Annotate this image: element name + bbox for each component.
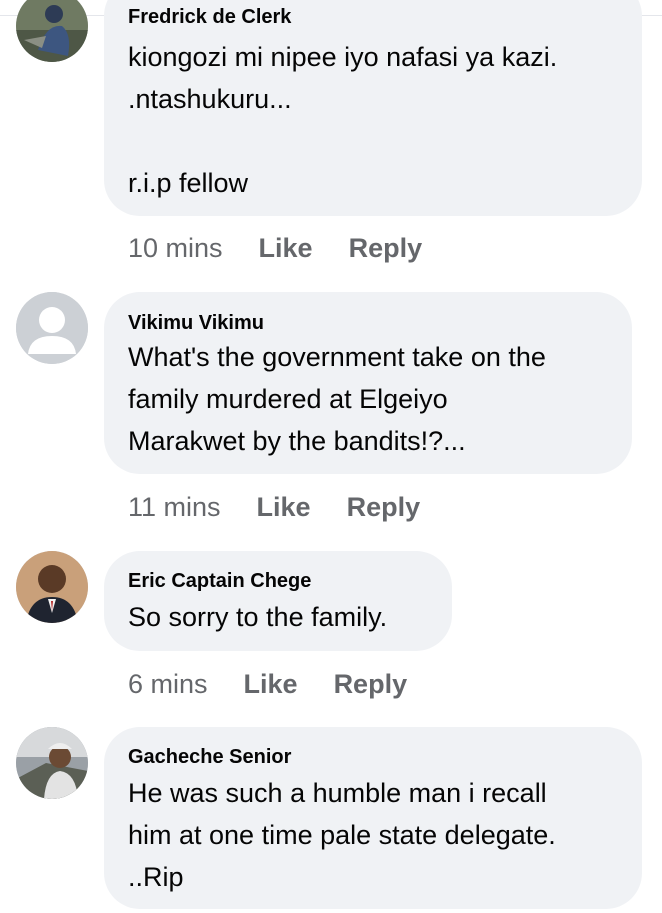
avatar[interactable]	[16, 0, 88, 62]
default-profile-icon	[16, 292, 88, 364]
comment-actions: 10 mins Like Reply	[128, 232, 422, 264]
comment-author[interactable]: Gacheche Senior	[128, 746, 291, 768]
profile-photo-icon	[16, 0, 88, 62]
comment-text: He was such a humble man i recall him at…	[128, 778, 556, 892]
like-button[interactable]: Like	[259, 232, 313, 264]
comment-timestamp[interactable]: 11 mins	[128, 491, 221, 523]
comment-bubble: Gacheche Senior He was such a humble man…	[104, 727, 642, 909]
comment-text: What's the government take on the family…	[128, 342, 546, 456]
comment-actions: 11 mins Like Reply	[128, 491, 420, 523]
comment-author[interactable]: Eric Captain Chege	[128, 570, 311, 592]
comment-bubble: Eric Captain Chege So sorry to the famil…	[104, 551, 452, 651]
comment-timestamp[interactable]: 6 mins	[128, 668, 208, 700]
avatar[interactable]	[16, 292, 88, 364]
reply-button[interactable]: Reply	[349, 232, 423, 264]
comment-bubble: Vikimu Vikimu What's the government take…	[104, 292, 632, 474]
profile-photo-icon	[16, 727, 88, 799]
avatar[interactable]	[16, 551, 88, 623]
comment-bubble: Fredrick de Clerk kiongozi mi nipee iyo …	[104, 0, 642, 216]
reply-button[interactable]: Reply	[334, 668, 408, 700]
comment-text: kiongozi mi nipee iyo nafasi ya kazi. .n…	[128, 42, 558, 198]
like-button[interactable]: Like	[257, 491, 311, 523]
avatar[interactable]	[16, 727, 88, 799]
comment-text: So sorry to the family.	[128, 602, 388, 632]
comment-timestamp[interactable]: 10 mins	[128, 232, 223, 264]
comment-actions: 6 mins Like Reply	[128, 668, 407, 700]
reply-button[interactable]: Reply	[347, 491, 421, 523]
comment-author[interactable]: Fredrick de Clerk	[128, 6, 291, 28]
comment-author[interactable]: Vikimu Vikimu	[128, 312, 264, 334]
like-button[interactable]: Like	[244, 668, 298, 700]
profile-photo-icon	[16, 551, 88, 623]
